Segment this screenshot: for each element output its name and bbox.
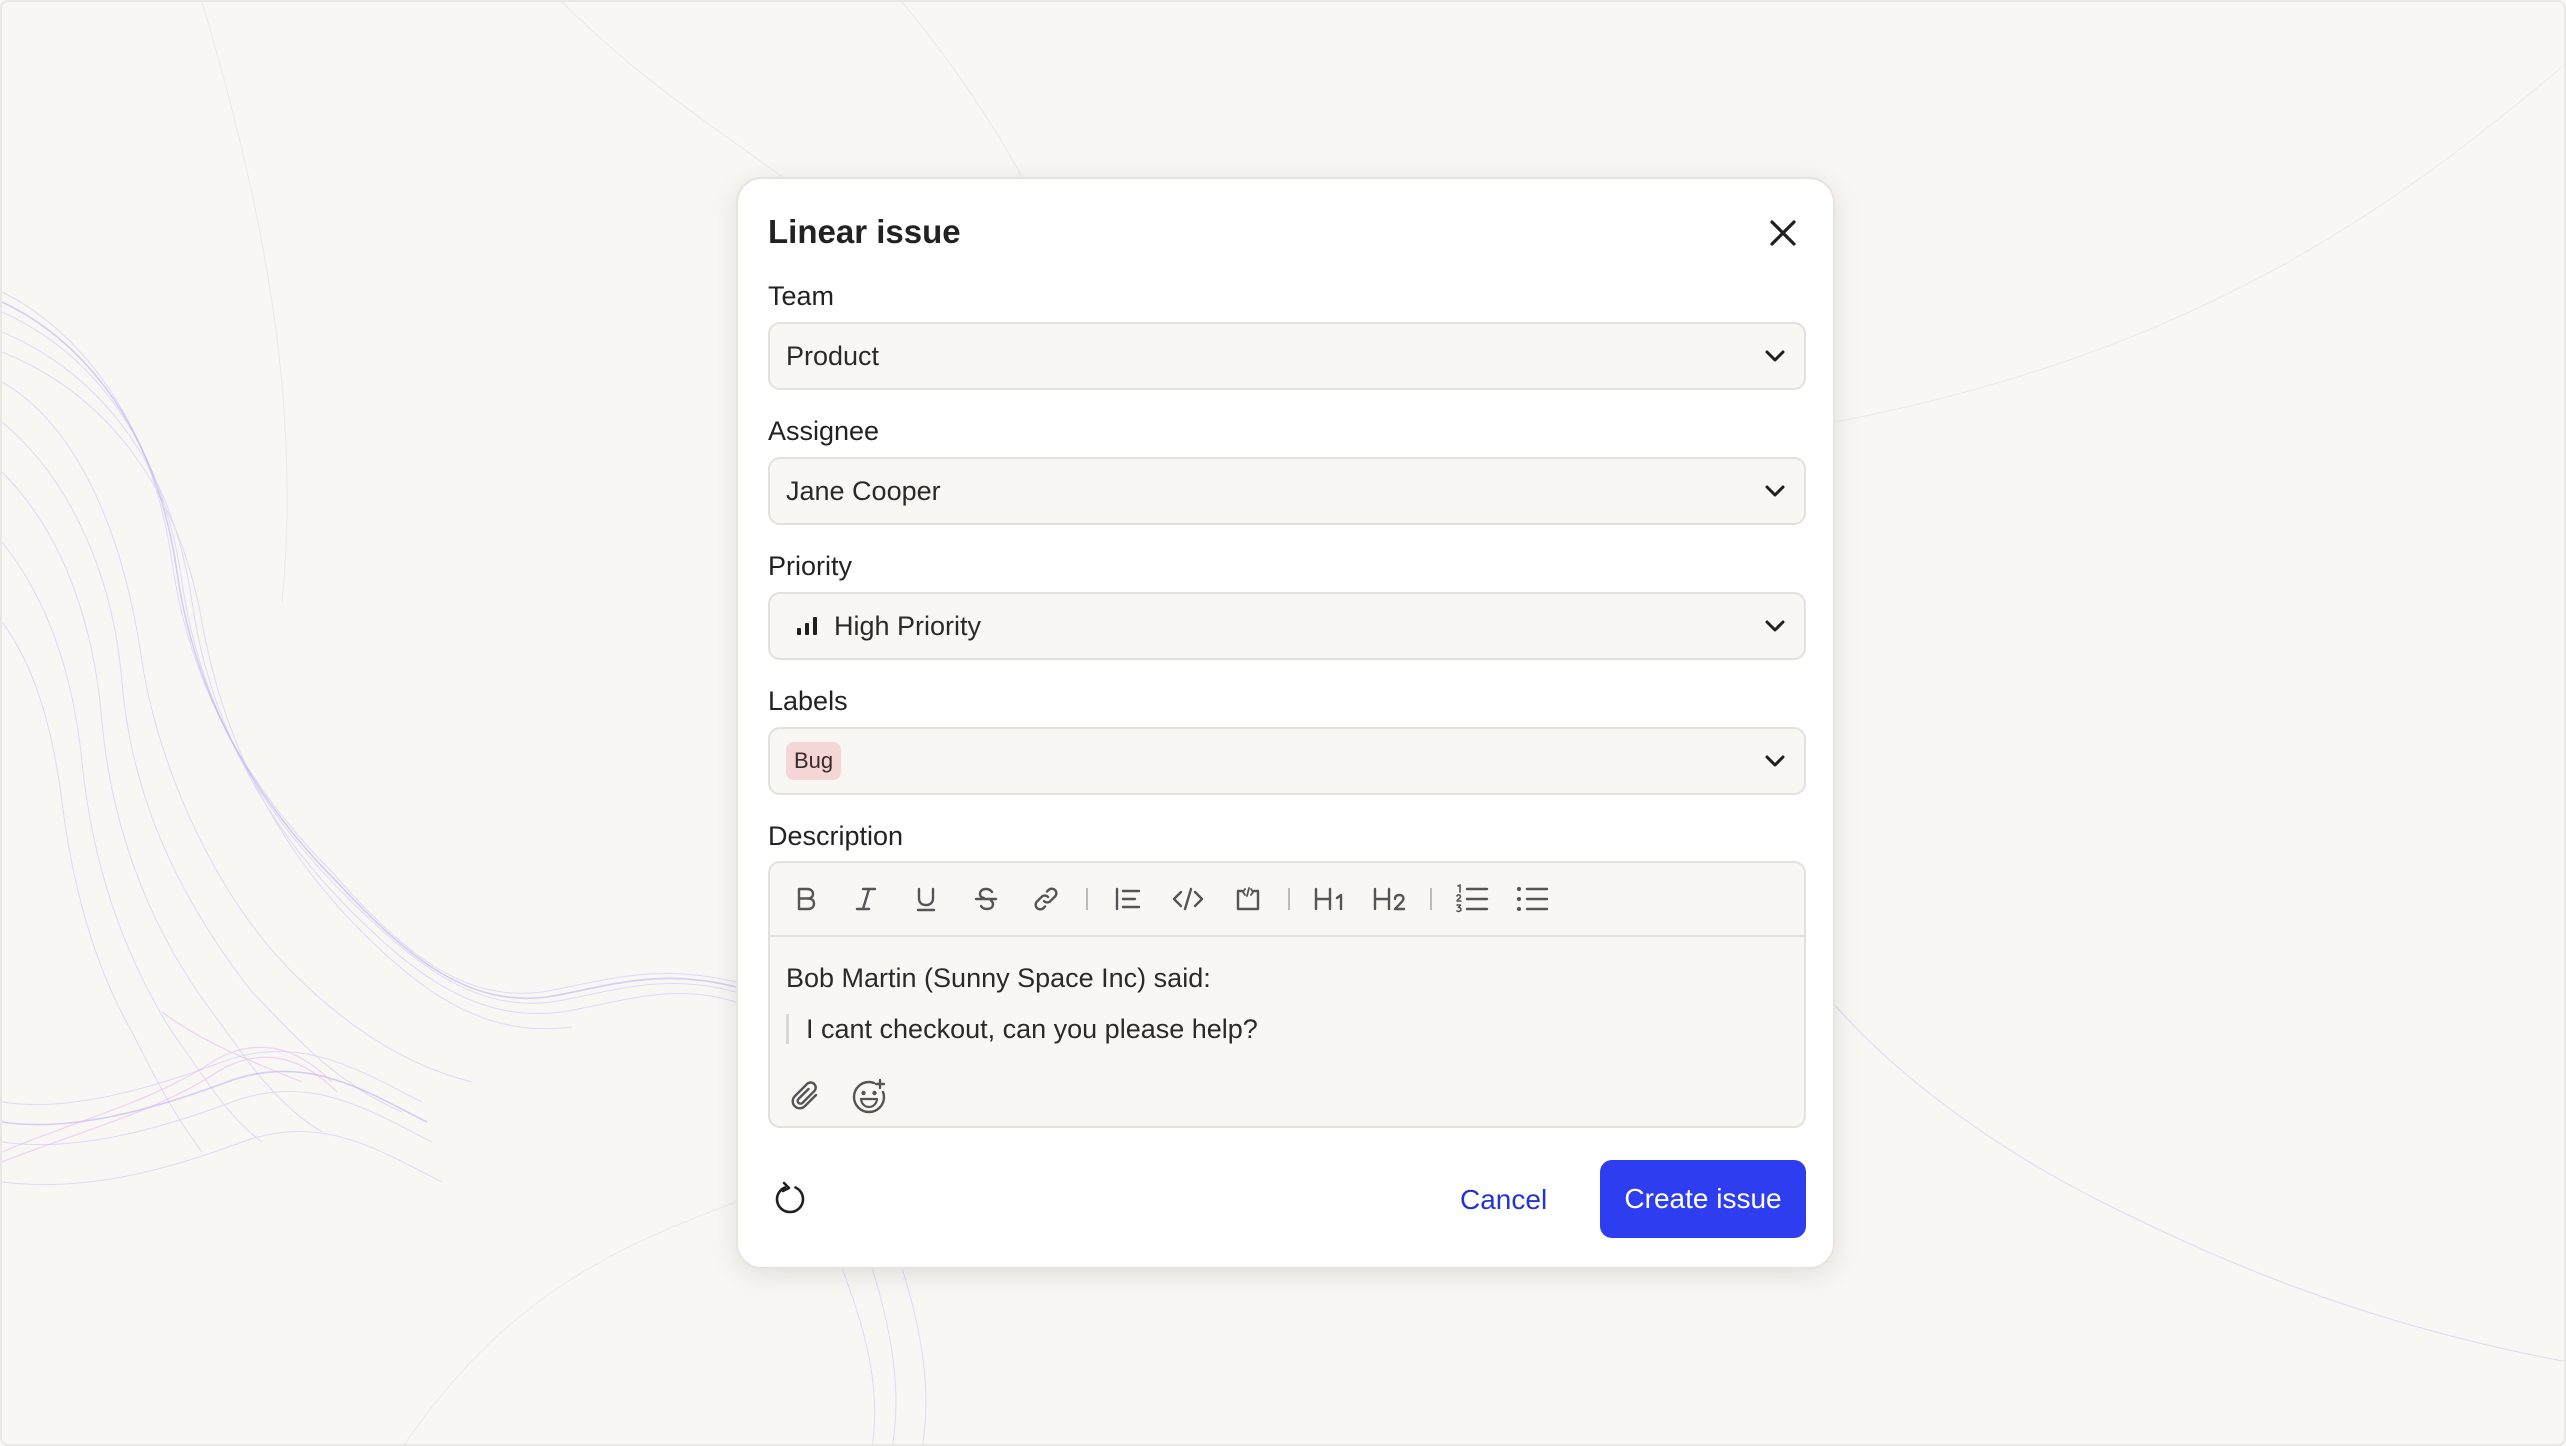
team-value: Product bbox=[786, 340, 880, 371]
emoji-button[interactable] bbox=[848, 1076, 890, 1118]
heading-2-icon bbox=[1373, 887, 1406, 911]
dialog-title: Linear issue bbox=[768, 213, 961, 250]
toolbar-divider bbox=[1430, 888, 1432, 910]
label-tag-bug[interactable]: Bug bbox=[786, 742, 842, 780]
italic-icon bbox=[855, 887, 877, 911]
add-emoji-icon bbox=[852, 1078, 886, 1114]
ordered-list-button[interactable] bbox=[1450, 877, 1494, 921]
chevron-down-icon bbox=[1765, 620, 1785, 632]
bullet-list-button[interactable] bbox=[1510, 877, 1554, 921]
app-background: Linear issue Team Product Assignee Jane … bbox=[0, 0, 2566, 1446]
close-button[interactable] bbox=[1763, 213, 1803, 253]
assignee-label: Assignee bbox=[768, 416, 880, 446]
description-text: Bob Martin (Sunny Space Inc) said: bbox=[786, 963, 1211, 993]
description-editor[interactable]: Bob Martin (Sunny Space Inc) said: I can… bbox=[768, 861, 1806, 1128]
editor-toolbar bbox=[770, 863, 1804, 937]
close-icon bbox=[1770, 220, 1796, 246]
description-quote: I cant checkout, can you please help? bbox=[786, 1014, 1788, 1044]
create-issue-dialog: Linear issue Team Product Assignee Jane … bbox=[736, 177, 1835, 1269]
team-select[interactable]: Product bbox=[768, 322, 1806, 390]
underline-icon bbox=[916, 887, 936, 912]
priority-value: High Priority bbox=[834, 610, 982, 641]
assignee-select[interactable]: Jane Cooper bbox=[768, 457, 1806, 525]
attach-button[interactable] bbox=[786, 1076, 828, 1118]
bold-icon bbox=[797, 887, 816, 911]
refresh-button[interactable] bbox=[770, 1179, 810, 1219]
labels-label: Labels bbox=[768, 686, 848, 716]
blockquote-icon bbox=[1115, 887, 1141, 911]
link-button[interactable] bbox=[1024, 877, 1068, 921]
code-block-button[interactable] bbox=[1226, 877, 1270, 921]
cancel-button[interactable]: Cancel bbox=[1448, 1175, 1559, 1225]
bold-button[interactable] bbox=[784, 877, 828, 921]
strikethrough-icon bbox=[974, 887, 998, 911]
priority-label: Priority bbox=[768, 551, 853, 581]
bullet-list-icon bbox=[1517, 887, 1549, 911]
italic-button[interactable] bbox=[844, 877, 888, 921]
description-label: Description bbox=[768, 821, 904, 851]
chevron-down-icon bbox=[1765, 350, 1785, 362]
create-issue-button[interactable]: Create issue bbox=[1600, 1160, 1806, 1238]
refresh-icon bbox=[775, 1181, 805, 1214]
paperclip-icon bbox=[791, 1081, 818, 1110]
labels-select[interactable]: Bug bbox=[768, 727, 1806, 795]
ordered-list-icon bbox=[1456, 884, 1489, 913]
signal-bars-icon bbox=[797, 617, 817, 635]
editor-content[interactable]: Bob Martin (Sunny Space Inc) said: I can… bbox=[770, 937, 1804, 1044]
code-block-icon bbox=[1236, 887, 1260, 911]
link-icon bbox=[1034, 887, 1058, 911]
heading-1-button[interactable] bbox=[1308, 877, 1352, 921]
code-button[interactable] bbox=[1166, 877, 1210, 921]
underline-button[interactable] bbox=[904, 877, 948, 921]
priority-select[interactable]: High Priority bbox=[768, 592, 1806, 660]
heading-1-icon bbox=[1314, 887, 1343, 911]
team-label: Team bbox=[768, 281, 835, 311]
code-icon bbox=[1172, 887, 1204, 911]
toolbar-divider bbox=[1086, 888, 1088, 910]
assignee-value: Jane Cooper bbox=[786, 475, 941, 506]
strikethrough-button[interactable] bbox=[964, 877, 1008, 921]
toolbar-divider bbox=[1288, 888, 1290, 910]
chevron-down-icon bbox=[1765, 485, 1785, 497]
editor-actions bbox=[786, 1076, 910, 1118]
quote-button[interactable] bbox=[1106, 877, 1150, 921]
chevron-down-icon bbox=[1765, 755, 1785, 767]
heading-2-button[interactable] bbox=[1368, 877, 1412, 921]
